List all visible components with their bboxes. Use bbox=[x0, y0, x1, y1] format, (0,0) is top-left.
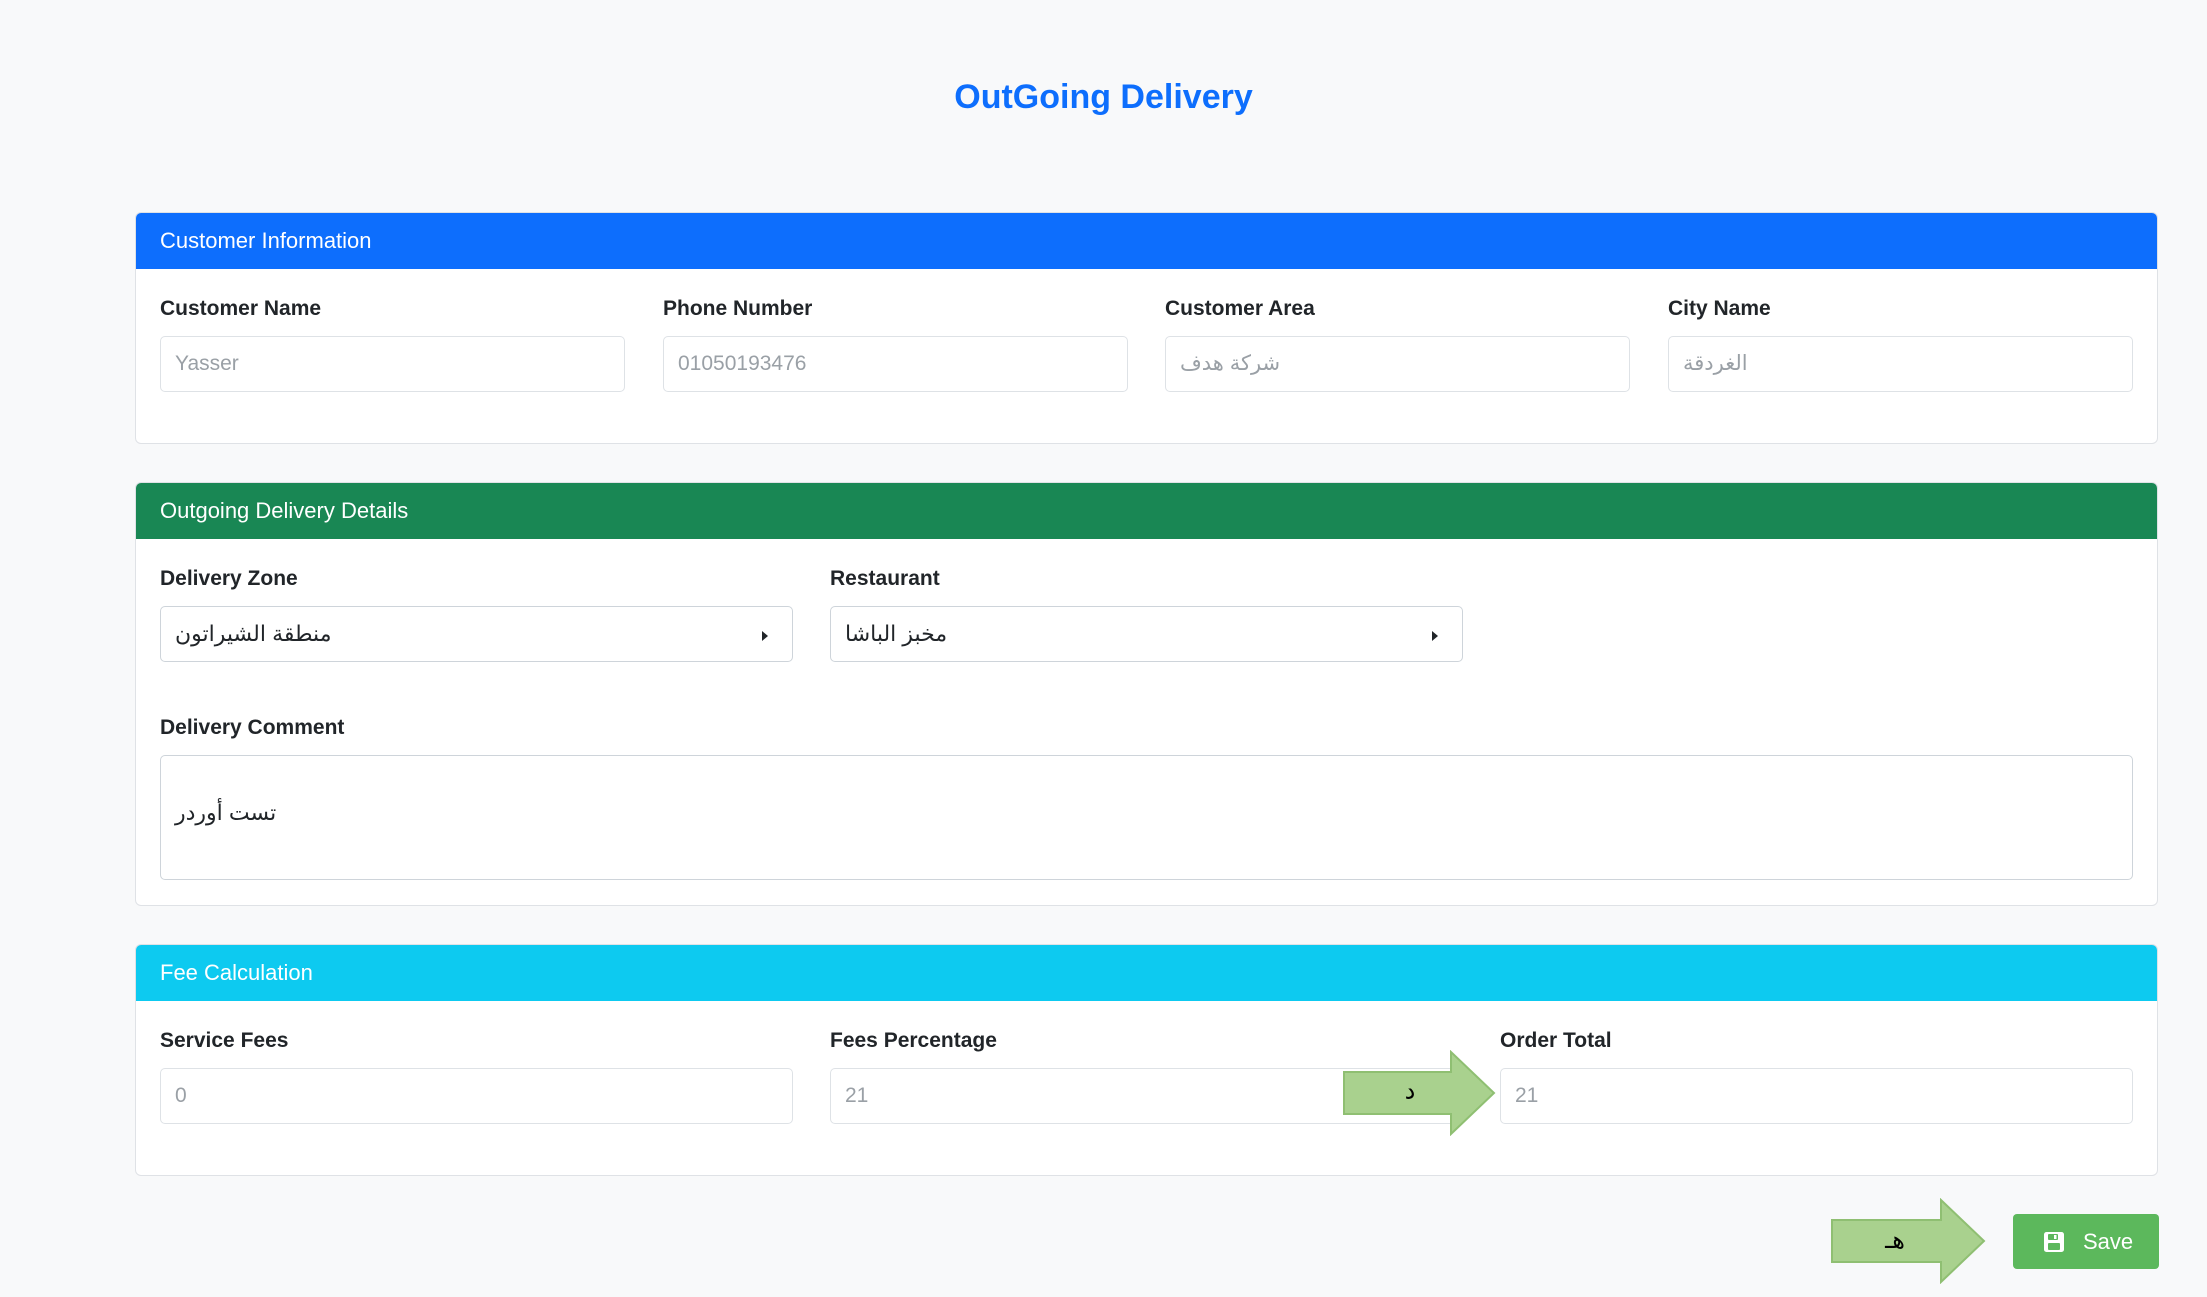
delivery-comment-label: Delivery Comment bbox=[160, 716, 345, 739]
delivery-comment-value: تست أوردر bbox=[175, 800, 277, 825]
order-total-label: Order Total bbox=[1500, 1029, 1612, 1052]
phone-number-field[interactable]: 01050193476 bbox=[663, 336, 1128, 392]
customer-area-label: Customer Area bbox=[1165, 297, 1315, 320]
fee-calculation-header: Fee Calculation bbox=[136, 945, 2157, 1001]
annotation-label-1: د bbox=[1404, 1077, 1416, 1105]
page-title: OutGoing Delivery bbox=[954, 78, 1253, 116]
caret-right-icon bbox=[1432, 631, 1438, 641]
restaurant-select[interactable]: مخبز الباشا bbox=[830, 606, 1463, 662]
restaurant-value: مخبز الباشا bbox=[845, 621, 948, 646]
delivery-comment-textarea[interactable]: تست أوردر bbox=[160, 755, 2133, 880]
service-fees-label: Service Fees bbox=[160, 1029, 289, 1052]
floppy-disk-icon bbox=[2044, 1231, 2064, 1252]
customer-area-field[interactable]: شركة هدف bbox=[1165, 336, 1630, 392]
city-name-label: City Name bbox=[1668, 297, 1771, 320]
customer-name-label: Customer Name bbox=[160, 297, 322, 320]
save-button[interactable]: Save bbox=[2013, 1214, 2159, 1269]
fee-calculation-card: Fee Calculation Service Fees 0 Fees Perc… bbox=[135, 944, 2158, 1176]
save-button-label: Save bbox=[2083, 1228, 2134, 1254]
order-total-field[interactable]: 21 bbox=[1500, 1068, 2133, 1124]
fees-percentage-label: Fees Percentage bbox=[830, 1029, 997, 1052]
city-name-field[interactable]: الغردقة bbox=[1668, 336, 2133, 392]
service-fees-field[interactable]: 0 bbox=[160, 1068, 793, 1124]
delivery-details-card: Outgoing Delivery Details Delivery Zone … bbox=[135, 482, 2158, 906]
phone-number-label: Phone Number bbox=[663, 297, 813, 320]
customer-name-field[interactable]: Yasser bbox=[160, 336, 625, 392]
restaurant-label: Restaurant bbox=[830, 567, 940, 590]
customer-information-header: Customer Information bbox=[136, 213, 2157, 269]
annotation-label-2: هـ bbox=[1885, 1226, 1905, 1254]
delivery-details-header: Outgoing Delivery Details bbox=[136, 483, 2157, 539]
delivery-zone-select[interactable]: منطقة الشيراتون bbox=[160, 606, 793, 662]
delivery-zone-value: منطقة الشيراتون bbox=[175, 621, 332, 646]
delivery-zone-label: Delivery Zone bbox=[160, 567, 298, 590]
customer-information-card: Customer Information Customer Name Yasse… bbox=[135, 212, 2158, 444]
caret-right-icon bbox=[762, 631, 768, 641]
